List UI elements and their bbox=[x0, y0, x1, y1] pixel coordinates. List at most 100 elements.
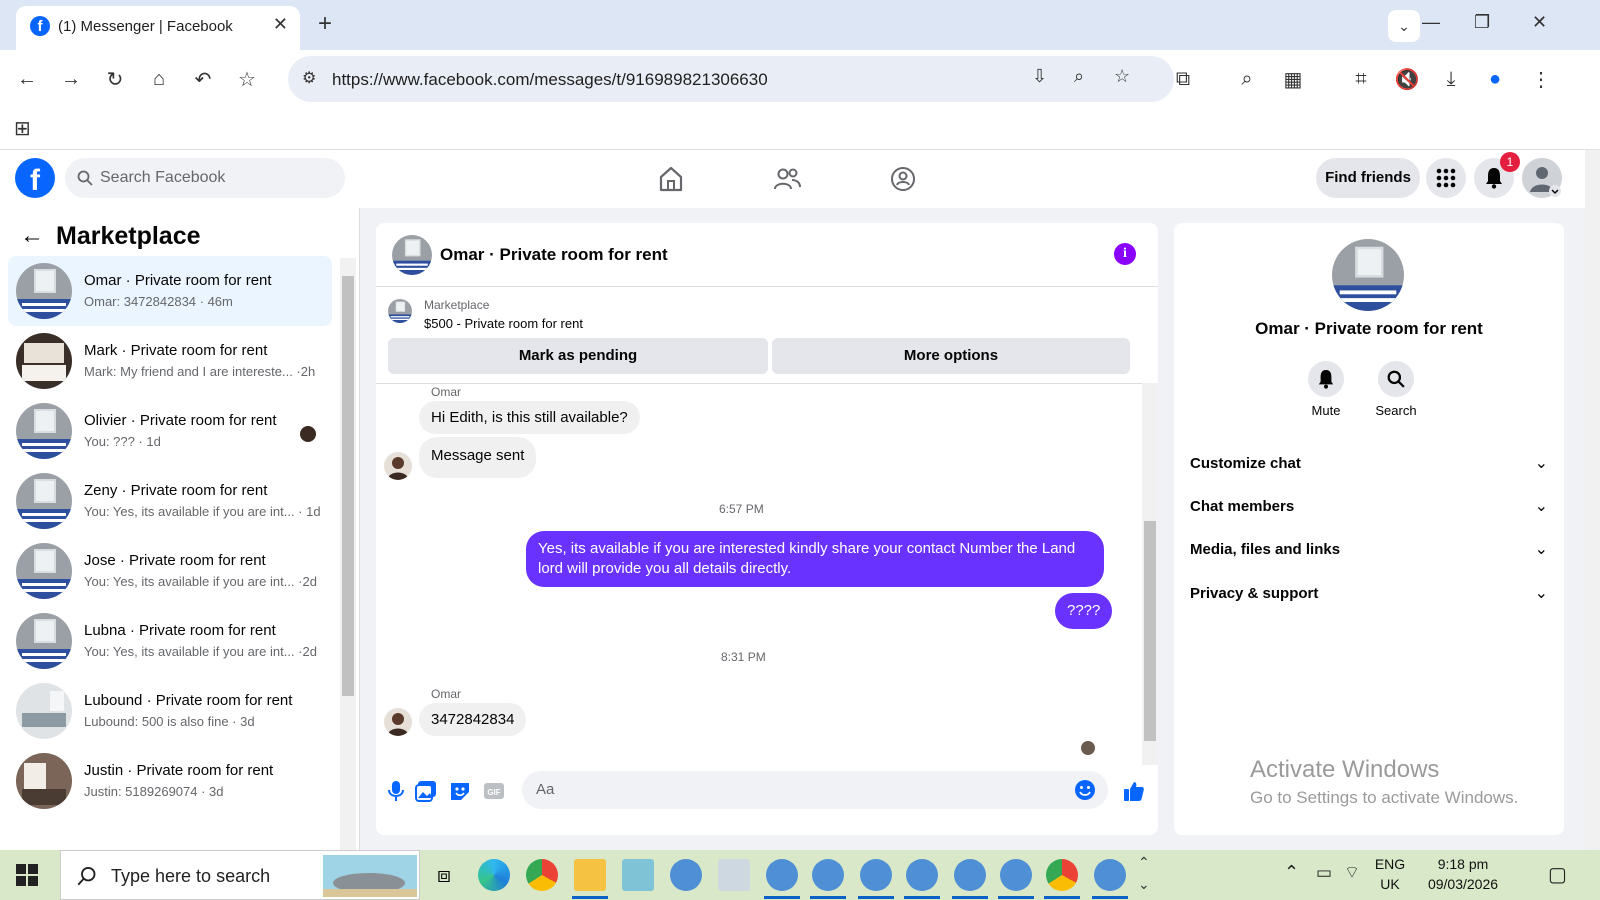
clock-time[interactable]: 9:18 pm bbox=[1418, 856, 1508, 872]
chat-members-row[interactable]: Chat members ⌄ bbox=[1190, 486, 1548, 526]
apps-grid-icon[interactable]: ⊞ bbox=[14, 116, 31, 141]
conversation-item-mark[interactable]: Mark · Private room for rent Mark: My fr… bbox=[8, 326, 332, 396]
taskbar-search[interactable]: Type here to search bbox=[60, 850, 420, 900]
chrome-profile-icon[interactable] bbox=[766, 859, 798, 891]
search-conversation-button[interactable] bbox=[1378, 361, 1414, 397]
forward-icon[interactable]: → bbox=[56, 64, 86, 94]
message-input[interactable]: Aa bbox=[522, 771, 1108, 809]
extensions-icon[interactable]: ⧉ bbox=[1168, 64, 1198, 94]
page-scrollbar[interactable] bbox=[1585, 150, 1600, 850]
facebook-logo-icon[interactable]: f bbox=[15, 158, 55, 198]
conversation-item-jose[interactable]: Jose · Private room for rent You: Yes, i… bbox=[8, 536, 332, 606]
chat-avatar[interactable] bbox=[392, 235, 432, 275]
active-app-indicator bbox=[904, 896, 940, 899]
privacy-support-row[interactable]: Privacy & support ⌄ bbox=[1190, 573, 1548, 613]
chat-scrollbar-thumb[interactable] bbox=[1144, 521, 1156, 741]
conversation-item-justin[interactable]: Justin · Private room for rent Justin: 5… bbox=[8, 746, 332, 816]
mute-button[interactable] bbox=[1308, 361, 1344, 397]
search-icon[interactable]: ⌕ bbox=[1232, 64, 1262, 94]
app-icon[interactable] bbox=[718, 859, 750, 891]
taskbar-scroll-down-icon[interactable]: ⌄ bbox=[1138, 876, 1150, 893]
maximize-icon[interactable]: ❐ bbox=[1474, 12, 1490, 33]
menu-grid-icon[interactable] bbox=[1426, 158, 1466, 198]
address-bar[interactable]: ⚙ https://www.facebook.com/messages/t/91… bbox=[288, 56, 1174, 102]
conversation-item-lubound[interactable]: Lubound · Private room for rent Lubound:… bbox=[8, 676, 332, 746]
file-explorer-icon[interactable] bbox=[574, 859, 606, 891]
browser-tab[interactable]: f (1) Messenger | Facebook ✕ bbox=[16, 6, 300, 50]
app-icon[interactable] bbox=[622, 859, 654, 891]
chrome-profile-icon[interactable] bbox=[1000, 859, 1032, 891]
sticker-icon[interactable] bbox=[448, 779, 472, 803]
conversation-item-olivier[interactable]: Olivier · Private room for rent You: ???… bbox=[8, 396, 332, 466]
more-options-button[interactable]: More options bbox=[772, 338, 1130, 374]
chat-scrollbar[interactable] bbox=[1142, 383, 1158, 765]
info-icon[interactable]: i bbox=[1114, 243, 1136, 265]
emoji-icon[interactable] bbox=[1074, 779, 1096, 801]
home-nav-icon[interactable] bbox=[656, 164, 686, 194]
install-app-icon[interactable]: ⇩ bbox=[1032, 66, 1047, 87]
chrome-profile-icon[interactable] bbox=[906, 859, 938, 891]
task-view-icon[interactable]: ⧈ bbox=[428, 859, 460, 891]
site-settings-icon[interactable]: ⚙ bbox=[302, 68, 316, 88]
taskbar-scroll-up-icon[interactable]: ⌃ bbox=[1138, 854, 1150, 871]
search-input[interactable]: Search Facebook bbox=[65, 158, 345, 198]
chrome-profile-icon[interactable] bbox=[860, 859, 892, 891]
close-tab-icon[interactable]: ✕ bbox=[273, 14, 288, 35]
window-close-icon[interactable]: ✕ bbox=[1532, 12, 1547, 33]
new-tab-icon[interactable]: + bbox=[318, 10, 332, 38]
gif-icon[interactable]: GIF bbox=[482, 779, 506, 803]
chrome-icon[interactable] bbox=[1046, 859, 1078, 891]
language-indicator[interactable]: ENG bbox=[1370, 856, 1410, 872]
reload-icon[interactable]: ↻ bbox=[100, 64, 130, 94]
microphone-icon[interactable] bbox=[384, 779, 408, 803]
back-arrow-icon[interactable]: ← bbox=[20, 222, 44, 250]
photo-icon[interactable] bbox=[414, 779, 438, 803]
clock-date[interactable]: 09/03/2026 bbox=[1418, 876, 1508, 892]
tab-search-icon[interactable]: ⌄ bbox=[1388, 10, 1420, 42]
conversation-name: Justin · Private room for rent bbox=[84, 762, 274, 779]
qr-icon[interactable]: ▦ bbox=[1278, 64, 1308, 94]
keyboard-layout-indicator[interactable]: UK bbox=[1370, 876, 1410, 892]
muted-speaker-icon[interactable]: 🔇 bbox=[1392, 64, 1422, 94]
sidebar-scrollbar-thumb[interactable] bbox=[342, 276, 354, 696]
notifications-icon[interactable]: ▢ bbox=[1548, 862, 1567, 887]
zoom-icon[interactable]: ⌕ bbox=[1074, 66, 1084, 87]
mark-as-pending-button[interactable]: Mark as pending bbox=[388, 338, 768, 374]
friends-nav-icon[interactable] bbox=[772, 164, 802, 194]
star-icon[interactable]: ☆ bbox=[1114, 66, 1130, 87]
find-friends-button[interactable]: Find friends bbox=[1316, 158, 1420, 198]
listing-title[interactable]: $500 - Private room for rent bbox=[424, 316, 583, 331]
download-icon[interactable]: ⤓ bbox=[1436, 64, 1466, 94]
conversation-preview: You: Yes, its available if you are int..… bbox=[84, 504, 321, 519]
chrome-profile-icon[interactable] bbox=[954, 859, 986, 891]
menu-dots-icon[interactable]: ⋮ bbox=[1526, 64, 1556, 94]
chrome-icon[interactable] bbox=[526, 859, 558, 891]
customize-chat-row[interactable]: Customize chat ⌄ bbox=[1190, 443, 1548, 483]
media-files-links-row[interactable]: Media, files and links ⌄ bbox=[1190, 529, 1548, 569]
bookmark-star-icon[interactable]: ☆ bbox=[232, 64, 262, 94]
thumbs-up-icon[interactable] bbox=[1122, 779, 1146, 803]
conversation-item-omar[interactable]: Omar · Private room for rent Omar: 34728… bbox=[8, 256, 332, 326]
chevron-down-icon: ⌄ bbox=[1534, 455, 1548, 472]
crop-icon[interactable]: ⌗ bbox=[1346, 64, 1376, 94]
account-avatar[interactable] bbox=[1522, 158, 1562, 198]
chrome-profile-icon[interactable] bbox=[812, 859, 844, 891]
chrome-profile-icon[interactable] bbox=[1094, 859, 1126, 891]
sidebar-scrollbar[interactable] bbox=[340, 258, 356, 850]
chrome-profile-icon[interactable] bbox=[670, 859, 702, 891]
wifi-icon[interactable]: ⌔ bbox=[1344, 862, 1360, 883]
conversation-item-lubna[interactable]: Lubna · Private room for rent You: Yes, … bbox=[8, 606, 332, 676]
show-hidden-icons-icon[interactable]: ⌃ bbox=[1284, 862, 1299, 883]
groups-nav-icon[interactable] bbox=[888, 164, 918, 194]
home-icon[interactable]: ⌂ bbox=[144, 64, 174, 94]
undo-icon[interactable]: ↶ bbox=[188, 64, 218, 94]
battery-icon[interactable]: ▭ bbox=[1316, 863, 1332, 883]
chat-title[interactable]: Omar · Private room for rent bbox=[440, 245, 668, 265]
back-icon[interactable]: ← bbox=[12, 64, 42, 94]
profile-icon[interactable]: ● bbox=[1480, 64, 1510, 94]
edge-icon[interactable] bbox=[478, 859, 510, 891]
details-avatar[interactable] bbox=[1332, 239, 1404, 311]
minimize-icon[interactable]: — bbox=[1422, 12, 1440, 33]
conversation-item-zeny[interactable]: Zeny · Private room for rent You: Yes, i… bbox=[8, 466, 332, 536]
windows-start-icon[interactable] bbox=[16, 864, 38, 886]
